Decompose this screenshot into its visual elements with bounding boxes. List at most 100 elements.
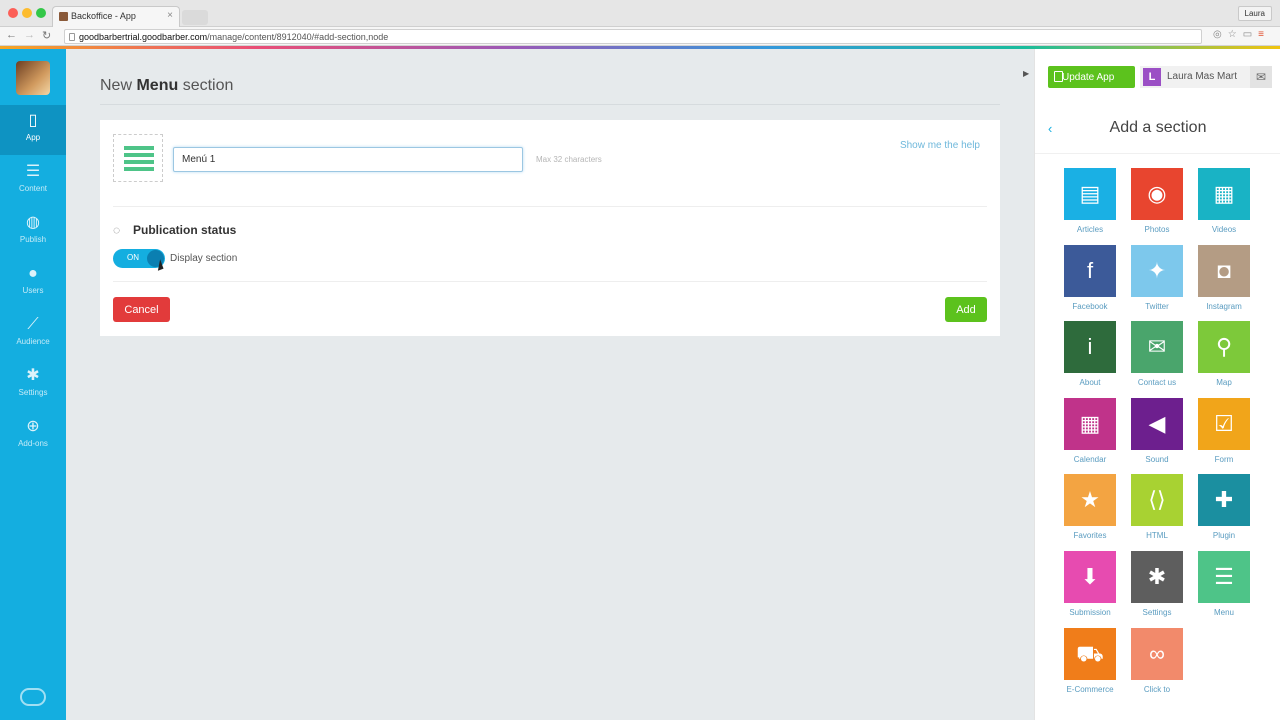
browser-tab[interactable]: Backoffice - App × [52, 6, 180, 27]
section-tile-label: Menu [1213, 608, 1234, 617]
back-icon[interactable]: ← [6, 29, 17, 41]
cast-icon[interactable]: ▭ [1243, 29, 1258, 40]
section-tile[interactable]: ★ Favorites [1063, 474, 1117, 540]
publication-status-label: Publication status [133, 223, 237, 237]
forward-icon[interactable]: → [24, 29, 35, 41]
section-tile-label: E-Commerce [1066, 685, 1114, 694]
camera-icon: ◉ [1131, 168, 1183, 220]
section-tile-label: Videos [1211, 225, 1237, 234]
reload-icon[interactable]: ↻ [42, 29, 51, 42]
section-tile-label: Plugin [1212, 531, 1236, 540]
section-tile[interactable]: i About [1063, 321, 1117, 387]
tab-close-icon[interactable]: × [167, 10, 173, 21]
favicon-icon [59, 12, 68, 21]
max-characters-hint: Max 32 characters [536, 155, 602, 164]
browser-menu-icon[interactable]: ≡ [1258, 29, 1270, 40]
phone-icon: ▯ [28, 112, 38, 129]
divider [1035, 153, 1280, 154]
page-title-bold: Menu [136, 77, 179, 94]
section-tile[interactable]: ▦ Videos [1197, 168, 1251, 234]
section-tile[interactable]: ✱ Settings [1130, 551, 1184, 617]
puzzle-icon: ✚ [1198, 474, 1250, 526]
update-app-button[interactable]: Update App [1048, 66, 1135, 88]
section-tile-label: Calendar [1073, 455, 1107, 464]
tab-title: Backoffice - App [71, 11, 136, 21]
section-tile[interactable]: ∞ Click to [1130, 628, 1184, 694]
section-tile-label: HTML [1146, 531, 1168, 540]
sidebar-item-content[interactable]: ☰ Content [0, 156, 66, 206]
new-tab-button[interactable] [182, 10, 208, 25]
section-tile-label: Instagram [1206, 302, 1242, 311]
section-tile-label: Articles [1076, 225, 1104, 234]
section-tile[interactable]: ☰ Menu [1197, 551, 1251, 617]
sidebar-item-publish[interactable]: ◍ Publish [0, 207, 66, 257]
sidebar-item-app[interactable]: ▯ App [0, 105, 66, 155]
sidebar-item-label: Publish [19, 235, 47, 244]
cancel-button[interactable]: Cancel [113, 297, 170, 322]
section-tile[interactable]: ⬇ Submission [1063, 551, 1117, 617]
display-section-label: Display section [170, 253, 238, 264]
sidebar-item-addons[interactable]: ⊕ Add-ons [0, 411, 66, 461]
article-icon: ▤ [1064, 168, 1116, 220]
section-tile[interactable]: ✉ Contact us [1130, 321, 1184, 387]
section-tile[interactable]: ☑ Form [1197, 398, 1251, 464]
toggle-on-label: ON [127, 253, 139, 262]
divider [113, 281, 987, 282]
collapse-panel-icon[interactable]: ▶ [1023, 69, 1029, 78]
section-tile-label: About [1079, 378, 1101, 387]
section-tile-label: Form [1214, 455, 1234, 464]
page-title-suffix: section [182, 77, 234, 94]
section-tile[interactable]: ◀ Sound [1130, 398, 1184, 464]
user-account-menu[interactable]: L Laura Mas Mart [1140, 66, 1250, 88]
close-window-button[interactable] [8, 8, 18, 18]
plus-circle-icon: ⊕ [26, 418, 40, 435]
section-name-input[interactable] [173, 147, 523, 172]
facebook-icon: f [1064, 245, 1116, 297]
sidebar-item-audience[interactable]: ⟋ Audience [0, 309, 66, 359]
section-tile-label: Contact us [1137, 378, 1177, 387]
browser-profile-button[interactable]: Laura [1237, 6, 1272, 21]
content-icon: ☰ [25, 163, 41, 180]
help-link[interactable]: Show me the help [900, 140, 980, 151]
add-button[interactable]: Add [945, 297, 987, 322]
sidebar-item-label: Audience [16, 337, 50, 346]
section-tile[interactable]: ✦ Twitter [1130, 245, 1184, 311]
minimize-window-button[interactable] [22, 8, 32, 18]
section-icon-picker[interactable] [113, 134, 163, 182]
sidebar-item-label: Content [18, 184, 48, 193]
sidebar-item-settings[interactable]: ✱ Settings [0, 360, 66, 410]
section-tile[interactable]: ⟨⟩ HTML [1130, 474, 1184, 540]
speaker-icon: ◀ [1131, 398, 1183, 450]
section-tile[interactable]: ⚲ Map [1197, 321, 1251, 387]
section-tile[interactable]: ◘ Instagram [1197, 245, 1251, 311]
maximize-window-button[interactable] [36, 8, 46, 18]
left-sidebar: ▯ App ☰ Content ◍ Publish ● Users ⟋ Audi… [0, 49, 66, 720]
sidebar-item-label: Add-ons [18, 439, 48, 448]
mail-icon[interactable]: ✉ [1250, 66, 1272, 88]
app-avatar[interactable] [16, 61, 50, 95]
cart-icon: ⛟ [1064, 628, 1116, 680]
url-host: goodbarbertrial.goodbarber.com [79, 32, 208, 42]
chart-icon: ⟋ [27, 316, 39, 333]
gear-icon: ✱ [1131, 551, 1183, 603]
extension-icon[interactable]: ◎ [1213, 29, 1228, 40]
sidebar-item-users[interactable]: ● Users [0, 258, 66, 308]
link-icon: ∞ [1131, 628, 1183, 680]
section-tile[interactable]: ▦ Calendar [1063, 398, 1117, 464]
section-tile[interactable]: ✚ Plugin [1197, 474, 1251, 540]
section-form-card: Max 32 characters Show me the help ◌ Publ… [100, 120, 1000, 336]
panel-title: Add a section [1109, 119, 1207, 136]
section-tile-label: Sound [1145, 455, 1169, 464]
url-field[interactable]: goodbarbertrial.goodbarber.com/manage/co… [64, 29, 1202, 44]
checkbox-icon: ☑ [1198, 398, 1250, 450]
user-name: Laura Mas Mart [1167, 71, 1238, 82]
section-tile[interactable]: f Facebook [1063, 245, 1117, 311]
section-tile-label: Facebook [1072, 302, 1108, 311]
add-section-panel: ▶ Update App L Laura Mas Mart ✉ ‹ Add a … [1023, 49, 1280, 720]
section-tile[interactable]: ▤ Articles [1063, 168, 1117, 234]
section-tile[interactable]: ◉ Photos [1130, 168, 1184, 234]
browser-titlebar: Backoffice - App × Laura [0, 0, 1280, 27]
download-icon: ⬇ [1064, 551, 1116, 603]
bookmark-star-icon[interactable]: ☆ [1228, 29, 1243, 40]
section-tile[interactable]: ⛟ E-Commerce [1063, 628, 1117, 694]
